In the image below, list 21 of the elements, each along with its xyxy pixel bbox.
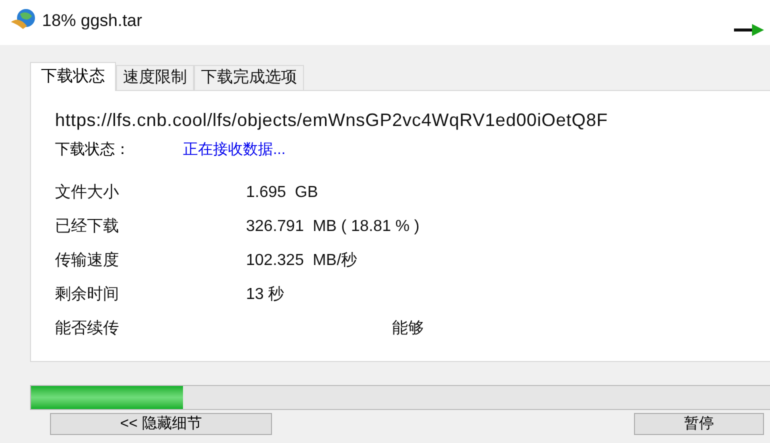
hide-details-button[interactable]: << 隐藏细节: [50, 413, 272, 435]
url-text: https://lfs.cnb.cool/lfs/objects/emWnsGP2vc4WqRV1ed00iOetQ8F: [55, 110, 608, 130]
window-title: 18% ggsh.tar: [42, 10, 142, 32]
tab[interactable]: 下载状态: [30, 62, 116, 91]
detail-value: 13 秒: [246, 285, 284, 305]
detail-value: 102.325 MB/秒: [246, 251, 358, 271]
detail-label: 文件大小: [55, 182, 120, 203]
status-label: 下载状态：: [55, 140, 131, 160]
pause-button[interactable]: 暂停: [634, 413, 764, 435]
detail-value: 1.695 GB: [246, 183, 318, 203]
detail-label: 已经下载: [55, 216, 120, 237]
tab[interactable]: 下载完成选项: [194, 65, 304, 90]
status-value: 正在接收数据...: [183, 140, 286, 160]
detail-value: 326.791 MB ( 18.81 % ): [246, 217, 420, 237]
detail-value: 能够: [392, 319, 424, 339]
detail-label: 能否续传: [55, 318, 120, 339]
arrow-icon: [734, 24, 764, 36]
detail-label: 传输速度: [55, 250, 120, 271]
globe-icon: [10, 8, 36, 30]
tab[interactable]: 速度限制: [116, 65, 194, 90]
detail-label: 剩余时间: [55, 284, 120, 305]
